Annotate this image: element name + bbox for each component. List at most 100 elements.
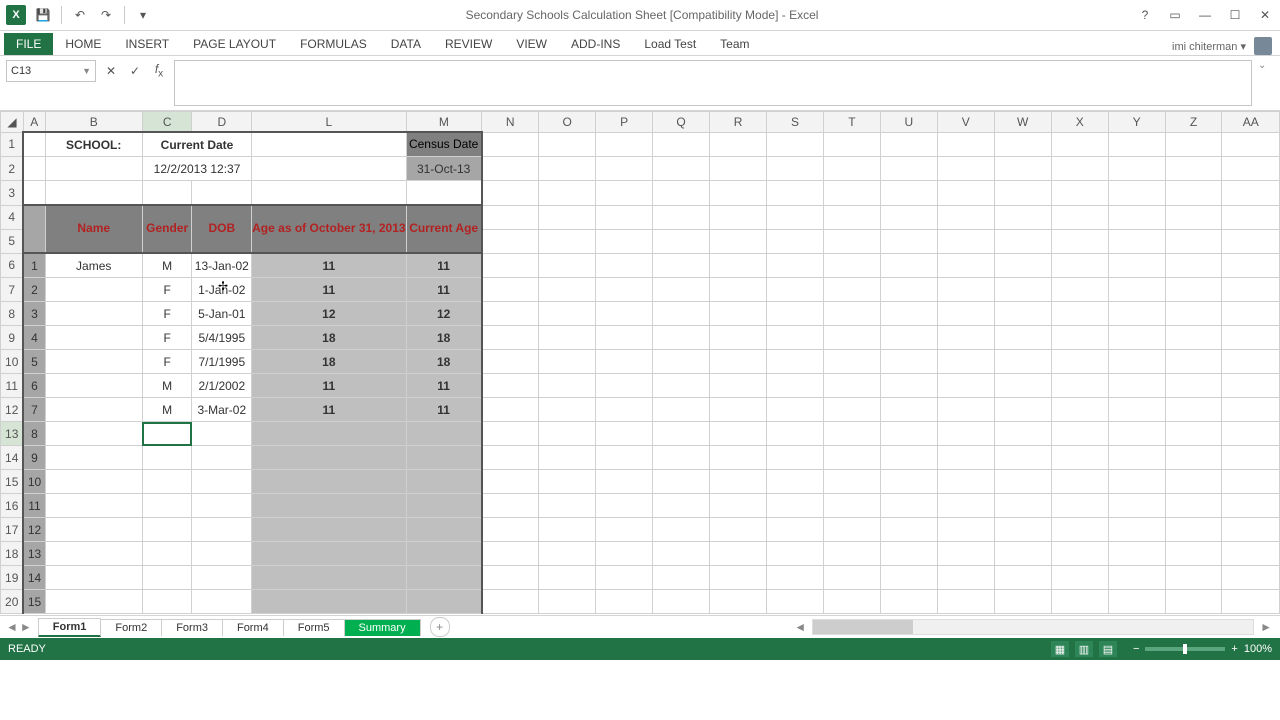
empty-cell[interactable] xyxy=(767,374,824,398)
empty-cell[interactable] xyxy=(994,470,1051,494)
empty-cell[interactable] xyxy=(539,446,596,470)
user-name[interactable]: imi chiterman ▾ xyxy=(1172,40,1246,53)
empty-cell[interactable] xyxy=(937,542,994,566)
scroll-left-icon[interactable]: ◄ xyxy=(794,620,806,634)
empty-cell[interactable] xyxy=(1222,566,1280,590)
cell-dob[interactable]: 7/1/1995 xyxy=(192,350,252,374)
cell-current-age[interactable]: 18 xyxy=(406,326,482,350)
empty-cell[interactable] xyxy=(539,326,596,350)
help-button[interactable]: ? xyxy=(1130,1,1160,29)
cell-gender[interactable] xyxy=(142,422,192,446)
empty-cell[interactable] xyxy=(937,446,994,470)
empty-cell[interactable] xyxy=(482,253,539,278)
maximize-button[interactable]: ☐ xyxy=(1220,1,1250,29)
row-header[interactable]: 2 xyxy=(1,157,24,181)
user-avatar[interactable] xyxy=(1254,37,1272,55)
empty-cell[interactable] xyxy=(710,374,767,398)
empty-cell[interactable] xyxy=(937,278,994,302)
cell-dob[interactable] xyxy=(192,446,252,470)
empty-cell[interactable] xyxy=(937,422,994,446)
empty-cell[interactable] xyxy=(1165,470,1222,494)
empty-cell[interactable] xyxy=(653,253,710,278)
cell-dob[interactable] xyxy=(192,494,252,518)
row-number[interactable]: 3 xyxy=(23,302,45,326)
empty-cell[interactable] xyxy=(1051,422,1108,446)
empty-cell[interactable] xyxy=(482,278,539,302)
empty-cell[interactable] xyxy=(823,566,880,590)
empty-cell[interactable] xyxy=(880,398,937,422)
cell-name[interactable] xyxy=(45,398,142,422)
empty-cell[interactable] xyxy=(482,518,539,542)
empty-cell[interactable] xyxy=(823,253,880,278)
empty-cell[interactable] xyxy=(937,566,994,590)
cell-age-as-of[interactable] xyxy=(252,590,406,614)
empty-cell[interactable] xyxy=(1165,302,1222,326)
col-header[interactable]: C xyxy=(142,112,192,133)
empty-cell[interactable] xyxy=(653,374,710,398)
formula-input[interactable] xyxy=(174,60,1252,106)
cell-name[interactable] xyxy=(45,326,142,350)
empty-cell[interactable] xyxy=(880,302,937,326)
empty-cell[interactable] xyxy=(1222,470,1280,494)
empty-cell[interactable] xyxy=(1051,302,1108,326)
empty-cell[interactable] xyxy=(596,253,653,278)
row-number[interactable]: 2 xyxy=(23,278,45,302)
empty-cell[interactable] xyxy=(767,470,824,494)
empty-cell[interactable] xyxy=(710,326,767,350)
row-header[interactable]: 19 xyxy=(1,566,24,590)
empty-cell[interactable] xyxy=(1108,422,1165,446)
cell-age-as-of[interactable] xyxy=(252,422,406,446)
empty-cell[interactable] xyxy=(1222,542,1280,566)
empty-cell[interactable] xyxy=(880,590,937,614)
row-header[interactable]: 4 xyxy=(1,205,24,229)
empty-cell[interactable] xyxy=(1108,566,1165,590)
cell-age-as-of[interactable] xyxy=(252,470,406,494)
empty-cell[interactable] xyxy=(1108,494,1165,518)
row-header[interactable]: 10 xyxy=(1,350,24,374)
empty-cell[interactable] xyxy=(994,494,1051,518)
cell-current-age[interactable] xyxy=(406,446,482,470)
empty-cell[interactable] xyxy=(596,470,653,494)
empty-cell[interactable] xyxy=(1051,253,1108,278)
empty-cell[interactable] xyxy=(653,398,710,422)
cell-age-as-of[interactable] xyxy=(252,566,406,590)
empty-cell[interactable] xyxy=(880,350,937,374)
name-box-dropdown-icon[interactable]: ▼ xyxy=(82,66,91,76)
empty-cell[interactable] xyxy=(1222,350,1280,374)
empty-cell[interactable] xyxy=(937,590,994,614)
cell-gender[interactable]: F xyxy=(142,302,192,326)
qat-customize[interactable]: ▾ xyxy=(132,4,154,26)
empty-cell[interactable] xyxy=(767,518,824,542)
col-header[interactable]: B xyxy=(45,112,142,133)
empty-cell[interactable] xyxy=(710,542,767,566)
row-header[interactable]: 7 xyxy=(1,278,24,302)
row-number[interactable]: 6 xyxy=(23,374,45,398)
empty-cell[interactable] xyxy=(880,278,937,302)
col-header[interactable]: L xyxy=(252,112,406,133)
empty-cell[interactable] xyxy=(994,326,1051,350)
sheet-tab-summary[interactable]: Summary xyxy=(344,619,421,636)
empty-cell[interactable] xyxy=(1222,398,1280,422)
empty-cell[interactable] xyxy=(1051,494,1108,518)
cell-dob[interactable]: 3-Mar-02 xyxy=(192,398,252,422)
row-number[interactable]: 13 xyxy=(23,542,45,566)
empty-cell[interactable] xyxy=(1165,422,1222,446)
empty-cell[interactable] xyxy=(823,278,880,302)
empty-cell[interactable] xyxy=(937,302,994,326)
horizontal-scrollbar[interactable] xyxy=(812,619,1254,635)
cell-current-age[interactable] xyxy=(406,518,482,542)
empty-cell[interactable] xyxy=(937,253,994,278)
minimize-button[interactable]: — xyxy=(1190,1,1220,29)
tab-nav-first-icon[interactable]: ◄ xyxy=(6,620,18,634)
row-header[interactable]: 17 xyxy=(1,518,24,542)
empty-cell[interactable] xyxy=(1165,590,1222,614)
cell-age-as-of[interactable]: 12 xyxy=(252,302,406,326)
col-header[interactable]: X xyxy=(1051,112,1108,133)
empty-cell[interactable] xyxy=(482,446,539,470)
name-box[interactable]: C13 ▼ xyxy=(6,60,96,82)
empty-cell[interactable] xyxy=(823,302,880,326)
cell-age-as-of[interactable] xyxy=(252,494,406,518)
empty-cell[interactable] xyxy=(937,350,994,374)
cell-current-age[interactable] xyxy=(406,542,482,566)
empty-cell[interactable] xyxy=(1108,518,1165,542)
